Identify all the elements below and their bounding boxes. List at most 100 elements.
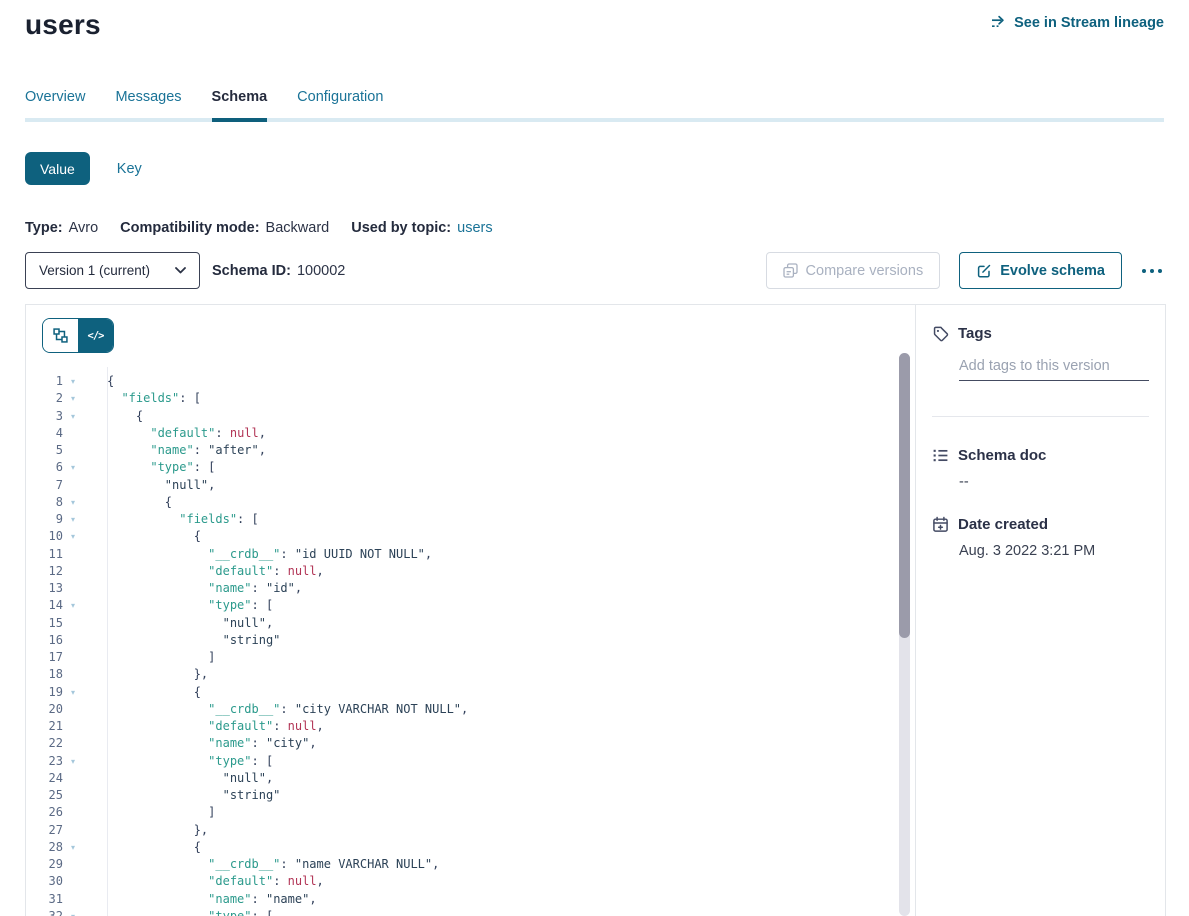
line-number: 24 xyxy=(26,770,63,787)
code-text: "null", xyxy=(83,477,215,494)
fold-arrow-icon[interactable]: ▾ xyxy=(63,684,83,701)
fold-arrow-icon[interactable]: ▾ xyxy=(63,753,83,770)
fold-spacer xyxy=(63,425,83,442)
add-tags-input[interactable] xyxy=(959,356,1149,381)
fold-spacer xyxy=(63,770,83,787)
stream-lineage-link[interactable]: See in Stream lineage xyxy=(990,15,1164,31)
schema-doc-section: Schema doc -- xyxy=(932,447,1149,490)
fold-spacer xyxy=(63,822,83,839)
code-text: "__crdb__": "id UUID NOT NULL", xyxy=(83,546,432,563)
code-line: 24 "null", xyxy=(26,770,895,787)
code-text: "null", xyxy=(83,770,273,787)
line-number: 19 xyxy=(26,684,63,701)
tab-configuration[interactable]: Configuration xyxy=(297,89,383,118)
value-tab-button[interactable]: Value xyxy=(25,152,90,185)
compare-versions-label: Compare versions xyxy=(806,263,924,279)
schema-id: Schema ID: 100002 xyxy=(212,263,345,279)
fold-arrow-icon[interactable]: ▾ xyxy=(63,908,83,916)
code-line: 28▾ { xyxy=(26,839,895,856)
topic-link[interactable]: users xyxy=(457,220,492,236)
line-number: 11 xyxy=(26,546,63,563)
meta-topic: Used by topic: users xyxy=(351,220,492,236)
line-number: 5 xyxy=(26,442,63,459)
code-line: 20 "__crdb__": "city VARCHAR NOT NULL", xyxy=(26,701,895,718)
code-line: 31 "name": "name", xyxy=(26,891,895,908)
schema-panel: </> 1▾{2▾ "fields": [3▾ {4 "default": nu… xyxy=(25,304,1166,916)
date-created-header: Date created xyxy=(932,516,1149,533)
fold-spacer xyxy=(63,580,83,597)
version-select[interactable]: Version 1 (current) xyxy=(25,252,200,289)
fold-arrow-icon[interactable]: ▾ xyxy=(63,373,83,390)
tree-view-icon xyxy=(53,328,68,343)
line-number: 23 xyxy=(26,753,63,770)
line-number: 17 xyxy=(26,649,63,666)
editor-scrollbar-thumb[interactable] xyxy=(899,353,910,638)
code-lines[interactable]: 1▾{2▾ "fields": [3▾ {4 "default": null,5… xyxy=(26,373,895,916)
fold-spacer xyxy=(63,856,83,873)
line-number: 21 xyxy=(26,718,63,735)
code-line: 2▾ "fields": [ xyxy=(26,390,895,407)
more-options-button[interactable] xyxy=(1138,263,1166,279)
line-number: 28 xyxy=(26,839,63,856)
code-line: 16 "string" xyxy=(26,632,895,649)
code-text: "name": "after", xyxy=(83,442,266,459)
line-number: 32 xyxy=(26,908,63,916)
version-select-value: Version 1 (current) xyxy=(39,263,150,278)
fold-arrow-icon[interactable]: ▾ xyxy=(63,459,83,476)
schema-id-label: Schema ID: xyxy=(212,263,291,279)
code-text: "__crdb__": "city VARCHAR NOT NULL", xyxy=(83,701,468,718)
tags-header: Tags xyxy=(932,325,1149,342)
code-line: 29 "__crdb__": "name VARCHAR NULL", xyxy=(26,856,895,873)
compare-versions-button[interactable]: Compare versions xyxy=(766,252,941,289)
code-view-button[interactable]: </> xyxy=(78,319,113,352)
tree-view-button[interactable] xyxy=(43,319,78,352)
compare-versions-icon xyxy=(783,263,798,278)
code-line: 21 "default": null, xyxy=(26,718,895,735)
fold-arrow-icon[interactable]: ▾ xyxy=(63,528,83,545)
evolve-schema-button[interactable]: Evolve schema xyxy=(959,252,1122,289)
date-created-section: Date created Aug. 3 2022 3:21 PM xyxy=(932,516,1149,559)
fold-spacer xyxy=(63,701,83,718)
tab-messages[interactable]: Messages xyxy=(115,89,181,118)
line-number: 27 xyxy=(26,822,63,839)
fold-arrow-icon[interactable]: ▾ xyxy=(63,839,83,856)
fold-arrow-icon[interactable]: ▾ xyxy=(63,390,83,407)
fold-spacer xyxy=(63,891,83,908)
ellipsis-icon xyxy=(1142,269,1146,273)
line-number: 31 xyxy=(26,891,63,908)
code-line: 15 "null", xyxy=(26,615,895,632)
code-text: "name": "id", xyxy=(83,580,302,597)
code-text: "fields": [ xyxy=(83,390,201,407)
line-number: 14 xyxy=(26,597,63,614)
chevron-down-icon xyxy=(175,267,186,274)
fold-arrow-icon[interactable]: ▾ xyxy=(63,511,83,528)
tab-schema[interactable]: Schema xyxy=(212,89,268,122)
schema-id-value: 100002 xyxy=(297,263,345,279)
code-line: 17 ] xyxy=(26,649,895,666)
code-text: "name": "city", xyxy=(83,735,317,752)
editor-scrollbar-track[interactable] xyxy=(899,353,910,916)
code-line: 19▾ { xyxy=(26,684,895,701)
fold-spacer xyxy=(63,477,83,494)
fold-spacer xyxy=(63,442,83,459)
code-text: }, xyxy=(83,666,208,683)
fold-arrow-icon[interactable]: ▾ xyxy=(63,408,83,425)
line-number: 9 xyxy=(26,511,63,528)
meta-compatibility: Compatibility mode: Backward xyxy=(120,220,329,236)
line-number: 3 xyxy=(26,408,63,425)
key-tab-link[interactable]: Key xyxy=(117,161,142,177)
line-number: 10 xyxy=(26,528,63,545)
fold-arrow-icon[interactable]: ▾ xyxy=(63,494,83,511)
fold-spacer xyxy=(63,666,83,683)
line-number: 13 xyxy=(26,580,63,597)
tab-overview[interactable]: Overview xyxy=(25,89,85,118)
line-number: 16 xyxy=(26,632,63,649)
schema-doc-header: Schema doc xyxy=(932,447,1149,464)
fold-arrow-icon[interactable]: ▾ xyxy=(63,597,83,614)
calendar-plus-icon xyxy=(932,516,949,533)
code-text: "default": null, xyxy=(83,563,324,580)
code-text: ] xyxy=(83,649,215,666)
code-line: 10▾ { xyxy=(26,528,895,545)
code-line: 18 }, xyxy=(26,666,895,683)
line-number: 4 xyxy=(26,425,63,442)
